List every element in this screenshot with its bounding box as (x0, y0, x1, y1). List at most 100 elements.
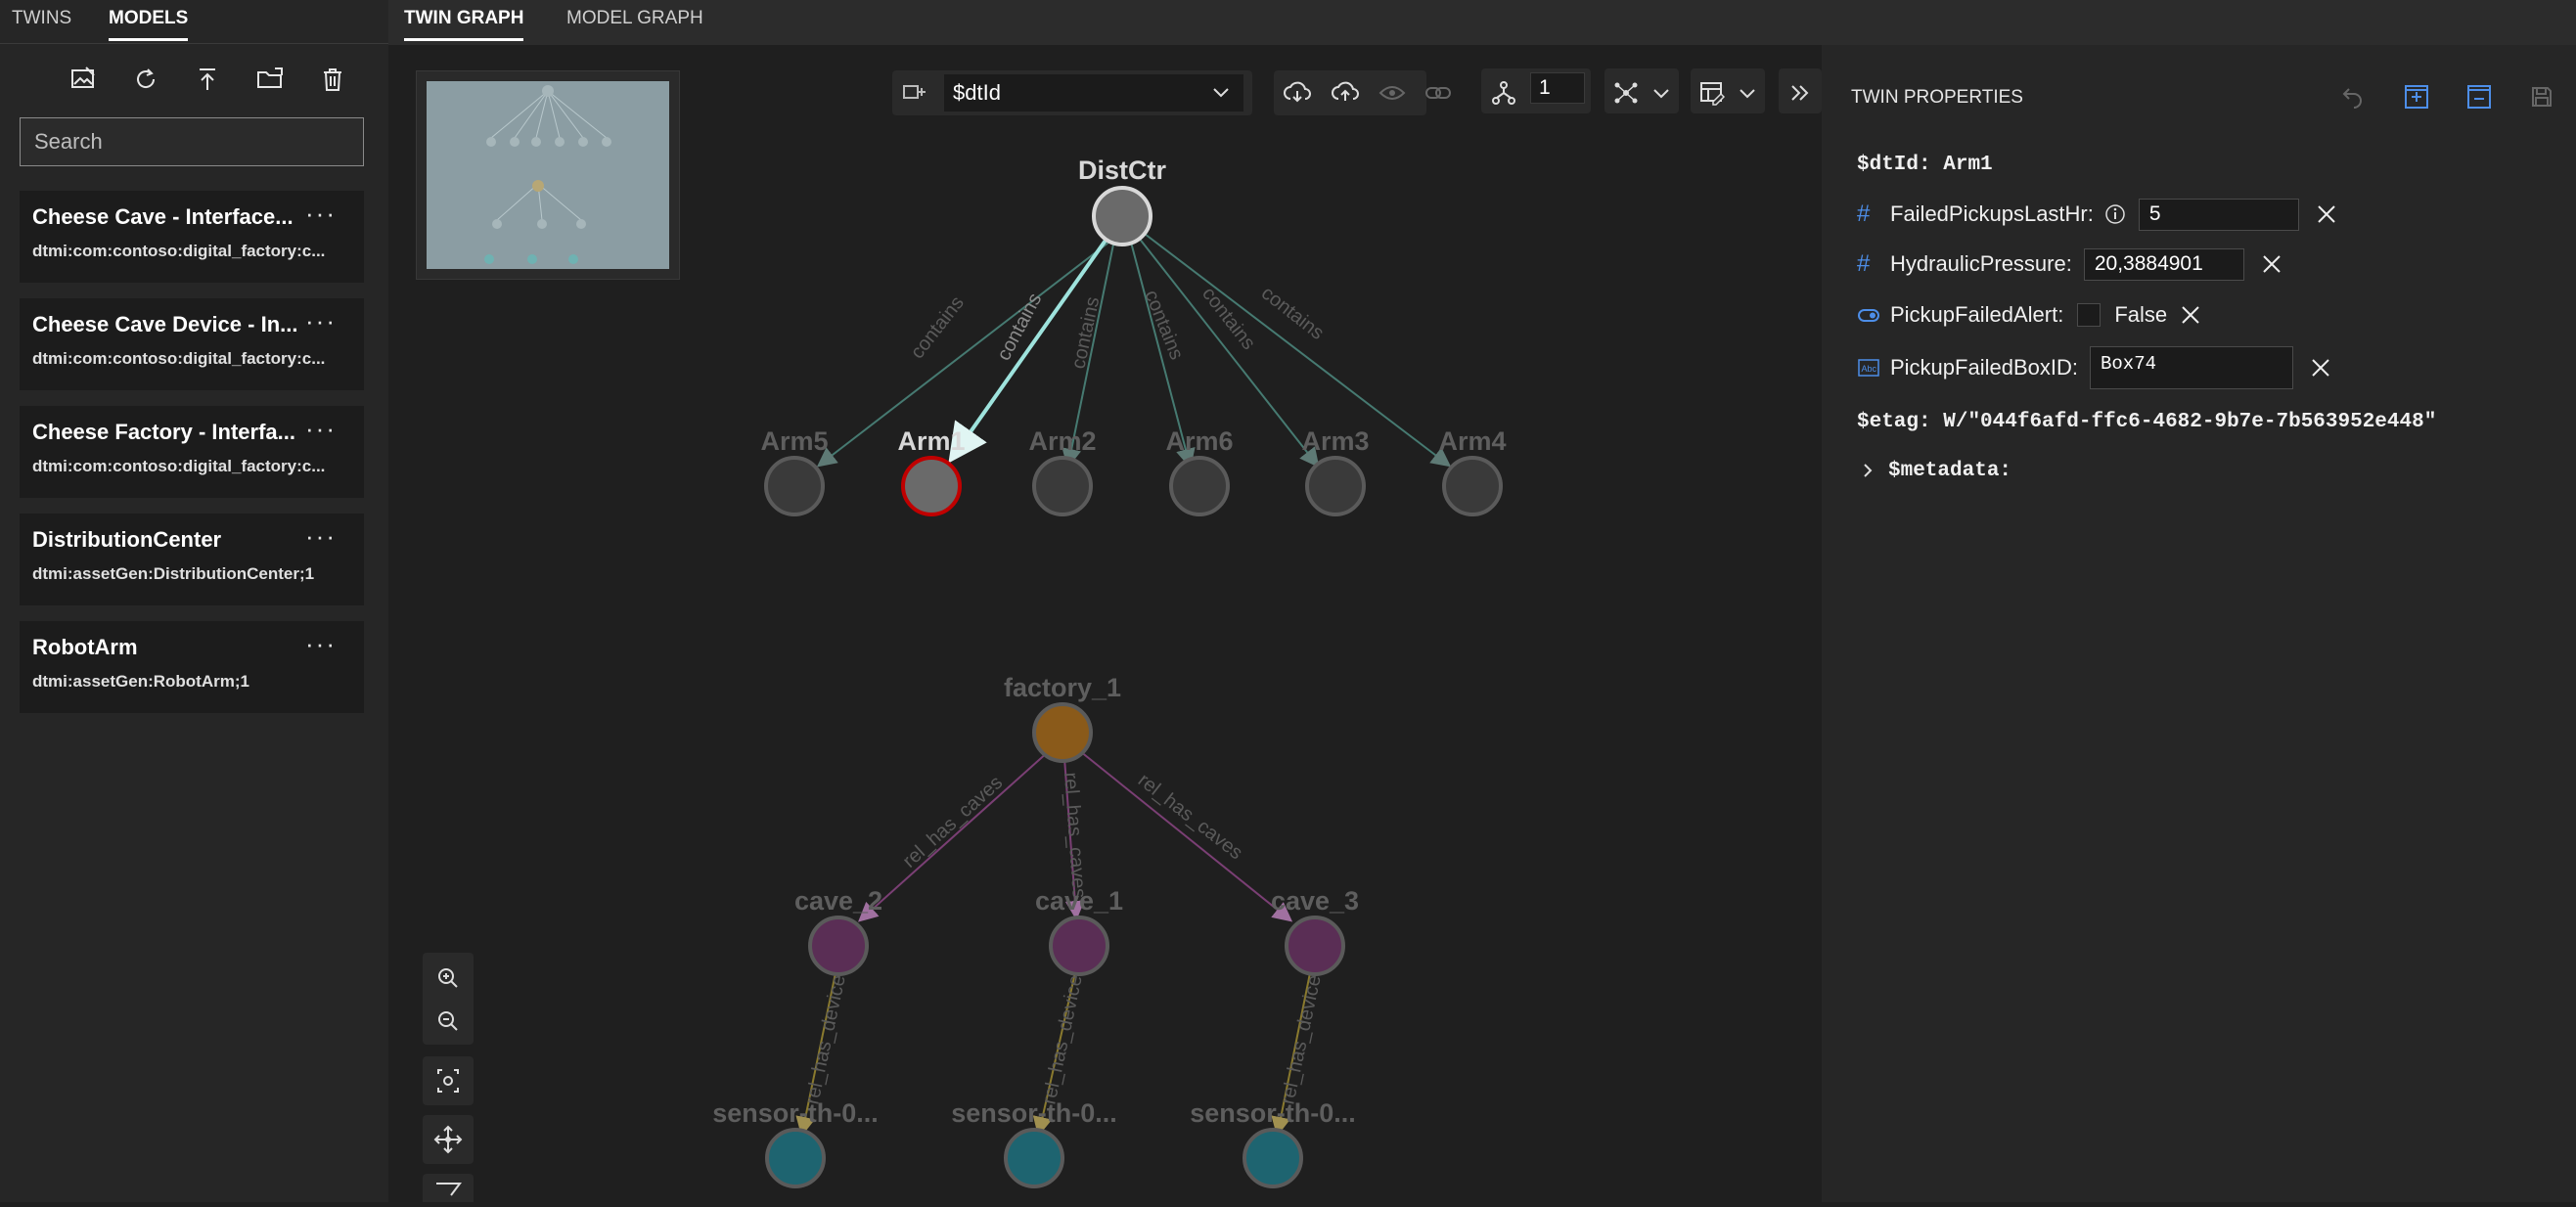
edge-label: rel_has_devices (801, 963, 852, 1106)
graph-node-arm1[interactable] (901, 456, 962, 516)
etag-label: $etag: (1857, 410, 1931, 433)
box-id-textarea[interactable]: Box74 (2089, 346, 2293, 389)
graph-layout-icon[interactable] (1609, 76, 1643, 110)
property-name: PickupFailedBoxID: (1890, 355, 2078, 380)
chevron-right-icon[interactable] (1857, 461, 1880, 480)
fit-to-screen-button[interactable] (423, 1056, 474, 1105)
alert-checkbox[interactable] (2077, 303, 2101, 327)
chevron-down-icon[interactable] (1647, 82, 1676, 106)
edge-label: rel_has_devices (1038, 963, 1089, 1106)
minimap-viewport[interactable] (427, 81, 669, 269)
close-icon[interactable] (2305, 352, 2336, 383)
edge-label: contains (1257, 283, 1328, 344)
graph-minimap[interactable] (416, 70, 680, 280)
label-icon (897, 78, 932, 108)
edge-label: rel_has_caves (1134, 770, 1246, 865)
node-label: cave_3 (1271, 886, 1359, 916)
minimap-preview (484, 85, 611, 264)
dtid-value: Arm1 (1943, 153, 1993, 176)
graph-node-sensor[interactable] (765, 1128, 826, 1188)
node-label: Arm6 (1165, 426, 1233, 456)
alert-value: False (2114, 302, 2168, 327)
node-label: sensor-th-0... (712, 1098, 879, 1128)
expand-depth-input[interactable]: 1 (1530, 72, 1585, 104)
number-icon: # (1857, 201, 1871, 227)
edge-label: rel_has_devices (1277, 963, 1328, 1106)
metadata-row[interactable]: $metadata: (1857, 453, 2011, 488)
link-icon[interactable] (1421, 76, 1456, 110)
chevron-down-icon[interactable] (1733, 82, 1762, 106)
graph-node-distctr[interactable] (1092, 186, 1152, 246)
edge-label: rel_has_caves (899, 772, 1008, 872)
zoom-out-icon[interactable] (428, 1002, 469, 1041)
property-name: PickupFailedAlert: (1890, 302, 2064, 327)
collapse-all-icon[interactable] (2463, 80, 2496, 113)
graph-node-arm4[interactable] (1442, 456, 1503, 516)
graph-node-sensor[interactable] (1004, 1128, 1064, 1188)
table-edit-icon[interactable] (1695, 76, 1729, 110)
node-label: Arm1 (897, 426, 965, 456)
cloud-download-icon[interactable] (1280, 76, 1315, 110)
graph-node-arm3[interactable] (1305, 456, 1366, 516)
node-label: Arm5 (760, 426, 828, 456)
boolean-icon (1858, 309, 1879, 322)
failed-pickups-input[interactable]: 5 (2138, 198, 2299, 231)
label-dropdown[interactable]: $dtId (944, 74, 1243, 112)
filter-button[interactable] (423, 1174, 474, 1202)
zoom-in-icon[interactable] (428, 959, 469, 998)
hierarchy-icon[interactable] (1487, 76, 1520, 110)
graph-node-factory[interactable] (1032, 702, 1093, 763)
panel-title: TWIN PROPERTIES (1851, 87, 2023, 108)
string-icon: Abc (1858, 359, 1879, 377)
property-row: # HydraulicPressure: 20,3884901 (1857, 246, 2287, 282)
graph-node-cave[interactable] (1285, 916, 1345, 976)
label-dropdown-value: $dtId (953, 80, 1001, 105)
node-label: DistCtr (1078, 156, 1166, 185)
double-chevron-right-icon[interactable] (1783, 76, 1818, 110)
graph-node-cave[interactable] (1049, 916, 1109, 976)
edge-label: contains (1140, 288, 1187, 363)
edge-label: contains (1067, 295, 1104, 371)
close-icon[interactable] (2256, 248, 2287, 280)
dtid-label: $dtId: (1857, 153, 1931, 176)
move-icon (433, 1125, 463, 1154)
expand-all-icon[interactable] (2400, 80, 2433, 113)
cloud-upload-icon[interactable] (1328, 76, 1363, 110)
graph-node-arm6[interactable] (1169, 456, 1230, 516)
info-icon[interactable] (2103, 202, 2127, 226)
edge-label: contains (993, 290, 1046, 364)
hydraulic-pressure-input[interactable]: 20,3884901 (2083, 247, 2244, 281)
dtid-row: $dtId: Arm1 (1857, 147, 1993, 182)
edge-label: rel_has_caves (1060, 772, 1090, 899)
property-row: # FailedPickupsLastHr: 5 (1857, 197, 2342, 232)
graph-edge[interactable] (858, 750, 1050, 922)
node-label: factory_1 (1004, 673, 1121, 702)
fit-screen-icon (437, 1069, 459, 1093)
property-name: FailedPickupsLastHr: (1890, 201, 2094, 226)
save-icon[interactable] (2525, 80, 2558, 113)
node-label: sensor-th-0... (951, 1098, 1117, 1128)
graph-node-arm2[interactable] (1032, 456, 1093, 516)
etag-row: $etag: W/"044f6afd-ffc6-4682-9b7e-7b5639… (1857, 404, 2436, 439)
property-row: PickupFailedAlert: False (1857, 297, 2206, 333)
filter-icon (436, 1183, 462, 1196)
undo-icon[interactable] (2336, 80, 2370, 113)
node-label: cave_1 (1035, 886, 1123, 916)
chevron-down-icon (1213, 88, 1229, 98)
close-icon[interactable] (2311, 199, 2342, 230)
center-graph-button[interactable] (423, 1115, 474, 1164)
edge-label: contains (907, 292, 969, 363)
graph-node-sensor[interactable] (1243, 1128, 1303, 1188)
node-label: Arm3 (1301, 426, 1369, 456)
etag-value: W/"044f6afd-ffc6-4682-9b7e-7b563952e448" (1943, 410, 2437, 433)
edge-label: contains (1198, 284, 1259, 354)
metadata-label: $metadata: (1888, 459, 2012, 482)
node-label: Arm4 (1438, 426, 1506, 456)
node-label: sensor-th-0... (1190, 1098, 1356, 1128)
node-label: Arm2 (1028, 426, 1096, 456)
eye-icon[interactable] (1375, 76, 1410, 110)
graph-node-cave[interactable] (808, 916, 869, 976)
graph-node-arm5[interactable] (764, 456, 825, 516)
svg-text:Abc: Abc (1862, 364, 1877, 374)
close-icon[interactable] (2175, 299, 2206, 331)
